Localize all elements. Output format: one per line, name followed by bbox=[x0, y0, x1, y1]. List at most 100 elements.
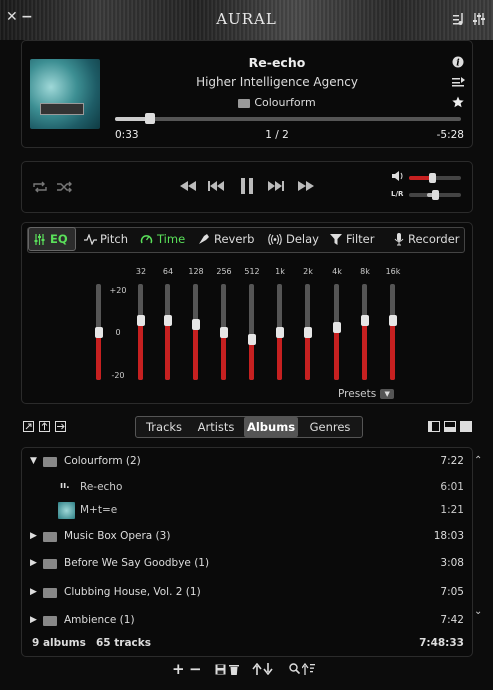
eq-band-knob[interactable] bbox=[388, 314, 397, 326]
previous-track-icon[interactable] bbox=[208, 181, 224, 191]
eq-band-knob[interactable] bbox=[163, 314, 172, 326]
tab-time[interactable]: Time bbox=[140, 228, 186, 250]
layout-sidebar-icon[interactable] bbox=[428, 421, 440, 432]
eq-band-knob[interactable] bbox=[275, 326, 284, 338]
eq-band-label: 32 bbox=[135, 267, 147, 276]
add-icon[interactable]: + bbox=[172, 660, 185, 678]
album-name: Clubbing House, Vol. 2 (1) bbox=[64, 586, 201, 598]
tab-filter[interactable]: Filter bbox=[330, 228, 380, 250]
fast-forward-icon[interactable] bbox=[298, 181, 314, 191]
eq-band-level bbox=[305, 332, 310, 380]
track-position: 1 / 2 bbox=[265, 129, 289, 141]
eq-band-knob[interactable] bbox=[247, 333, 256, 345]
time-icon bbox=[140, 235, 153, 244]
volume-slider[interactable] bbox=[409, 173, 461, 183]
eq-band-level bbox=[221, 332, 226, 380]
pop-out-icon[interactable] bbox=[23, 421, 34, 432]
sort-icon[interactable] bbox=[302, 662, 316, 675]
collapsed-triangle-icon[interactable]: ▶ bbox=[30, 615, 37, 625]
trash-icon[interactable] bbox=[229, 664, 239, 675]
album-row[interactable]: ▼ Colourform (2) 7:22 bbox=[30, 452, 464, 472]
album-row[interactable]: ▶ Ambience (1) 7:42 bbox=[30, 611, 464, 631]
tab-pitch[interactable]: Pitch bbox=[84, 228, 130, 250]
eq-band-slider[interactable] bbox=[390, 284, 395, 380]
balance-knob[interactable] bbox=[432, 190, 439, 200]
shuffle-icon[interactable] bbox=[56, 181, 73, 193]
collapsed-triangle-icon[interactable]: ▶ bbox=[30, 531, 37, 541]
delay-icon bbox=[268, 234, 282, 245]
collapsed-triangle-icon[interactable]: ▶ bbox=[30, 558, 37, 568]
tab-eq-label: EQ bbox=[50, 232, 68, 246]
tab-albums[interactable]: Albums bbox=[244, 417, 298, 437]
eq-band-label: 2k bbox=[303, 267, 313, 276]
track-row[interactable]: M+t=e 1:21 bbox=[30, 501, 464, 521]
track-row-playing[interactable]: ıı. Re-echo 6:01 bbox=[30, 478, 464, 498]
track-title: Re-echo bbox=[248, 55, 306, 70]
eq-band-knob[interactable] bbox=[219, 326, 228, 338]
eq-band-knob[interactable] bbox=[360, 314, 369, 326]
move-up-down-icon[interactable] bbox=[252, 663, 274, 675]
eq-band-knob[interactable] bbox=[332, 321, 341, 333]
eq-band-label: 4k bbox=[332, 267, 342, 276]
album-duration: 7:42 bbox=[440, 614, 464, 626]
track-name: Re-echo bbox=[80, 481, 123, 493]
seek-slider[interactable] bbox=[115, 113, 461, 124]
pause-icon[interactable] bbox=[240, 177, 254, 195]
eq-band-slider[interactable] bbox=[362, 284, 367, 380]
album-row[interactable]: ▶ Music Box Opera (3) 18:03 bbox=[30, 527, 464, 547]
search-icon[interactable] bbox=[289, 663, 300, 675]
collapsed-triangle-icon[interactable]: ▶ bbox=[30, 587, 37, 597]
scroll-bottom-icon[interactable]: ⌄ bbox=[474, 606, 482, 617]
track-duration: 6:01 bbox=[440, 481, 464, 493]
layout-full-icon[interactable] bbox=[460, 421, 472, 432]
volume-icon[interactable] bbox=[392, 171, 404, 181]
settings-sliders-icon[interactable] bbox=[472, 12, 486, 26]
eq-band-slider[interactable] bbox=[138, 284, 143, 380]
app-title: AURAL bbox=[216, 10, 277, 28]
layout-bottom-icon[interactable] bbox=[444, 421, 456, 432]
eq-band-knob[interactable] bbox=[136, 314, 145, 326]
svg-text:i: i bbox=[456, 59, 460, 69]
album-folder-icon bbox=[43, 616, 57, 626]
eq-band-slider[interactable] bbox=[165, 284, 170, 380]
eq-band-knob[interactable] bbox=[303, 326, 312, 338]
balance-label: L/R bbox=[391, 190, 404, 198]
eq-band-knob[interactable] bbox=[94, 326, 103, 338]
tab-eq[interactable]: EQ bbox=[28, 227, 76, 251]
volume-knob[interactable] bbox=[429, 173, 437, 183]
expanded-triangle-icon[interactable]: ▼ bbox=[30, 456, 37, 466]
next-track-icon[interactable] bbox=[268, 181, 284, 191]
track-album: Colourform bbox=[122, 96, 432, 109]
repeat-icon[interactable] bbox=[32, 181, 48, 193]
scroll-top-icon[interactable]: ⌃ bbox=[474, 455, 482, 466]
tab-genres[interactable]: Genres bbox=[302, 417, 358, 437]
eq-band-knob[interactable] bbox=[191, 319, 200, 331]
tab-recorder[interactable]: Recorder bbox=[394, 228, 460, 250]
album-row[interactable]: ▶ Before We Say Goodbye (1) 3:08 bbox=[30, 554, 464, 574]
eq-band-level bbox=[334, 327, 339, 380]
total-duration: 7:48:33 bbox=[419, 637, 464, 649]
info-icon[interactable]: i bbox=[452, 56, 464, 68]
export-icon[interactable] bbox=[39, 421, 50, 432]
album-row[interactable]: ▶ Clubbing House, Vol. 2 (1) 7:05 bbox=[30, 583, 464, 603]
remove-icon[interactable]: − bbox=[189, 660, 202, 678]
eq-scale-top: +20 bbox=[109, 286, 127, 295]
presets-button[interactable]: Presets ▼ bbox=[338, 388, 395, 400]
eq-band-slider[interactable] bbox=[193, 284, 198, 380]
import-icon[interactable] bbox=[55, 421, 66, 432]
seek-knob[interactable] bbox=[144, 113, 155, 124]
balance-slider[interactable] bbox=[409, 190, 461, 200]
queue-icon[interactable] bbox=[452, 77, 465, 87]
album-folder-icon bbox=[43, 532, 57, 542]
album-duration: 18:03 bbox=[433, 530, 464, 542]
tab-artists[interactable]: Artists bbox=[192, 417, 240, 437]
track-album-label: Colourform bbox=[254, 96, 316, 109]
eq-band-slider[interactable] bbox=[249, 284, 254, 380]
tab-delay[interactable]: Delay bbox=[268, 228, 319, 250]
save-icon[interactable] bbox=[215, 664, 226, 675]
rewind-icon[interactable] bbox=[180, 181, 196, 191]
tab-tracks[interactable]: Tracks bbox=[140, 417, 188, 437]
tab-reverb[interactable]: Reverb bbox=[198, 228, 254, 250]
playlist-icon[interactable] bbox=[452, 12, 466, 26]
favorite-star-icon[interactable] bbox=[452, 96, 464, 108]
